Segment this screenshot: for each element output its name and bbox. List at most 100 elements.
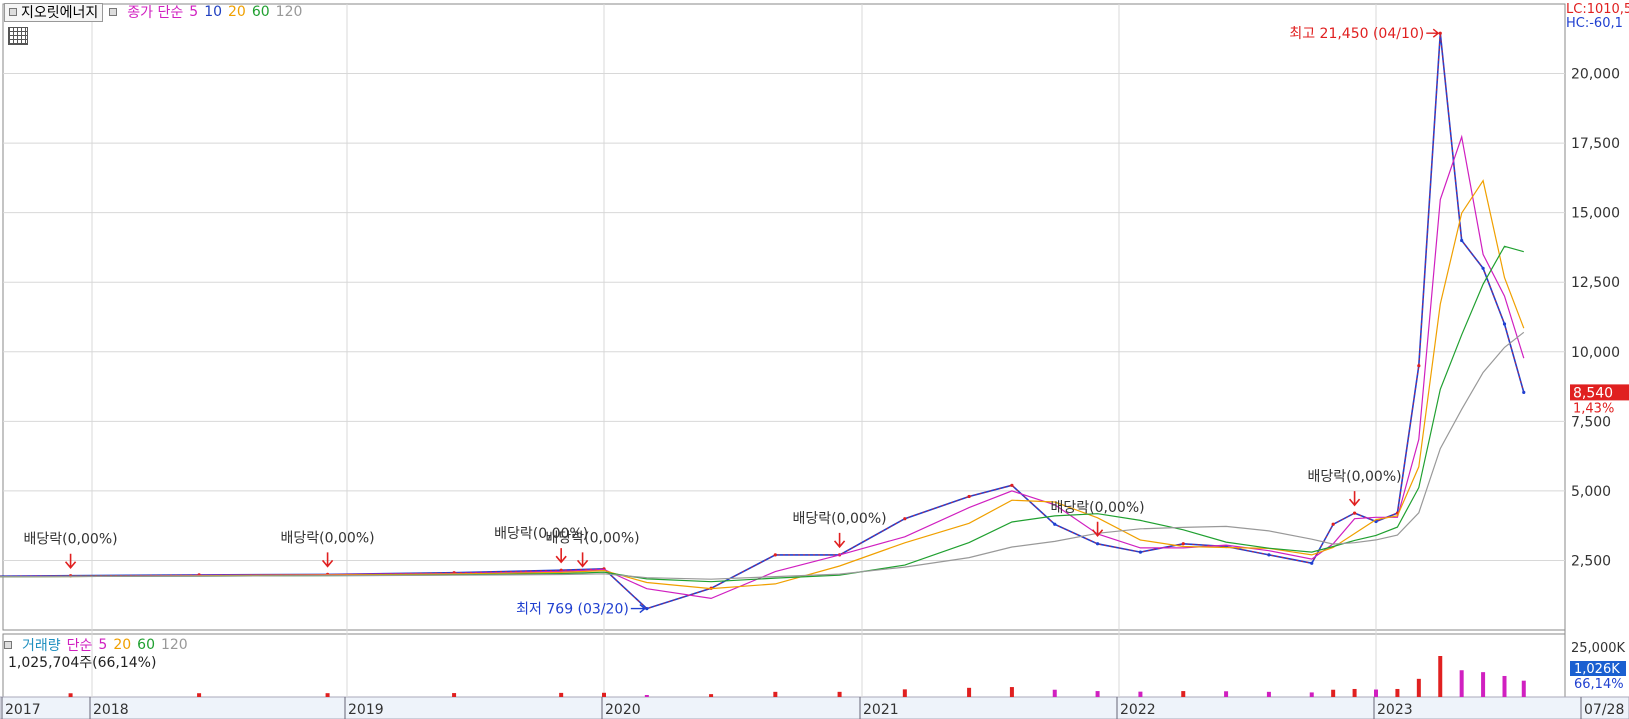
- price-line: [0, 33, 1525, 610]
- current-price-label: 8,540: [1573, 385, 1613, 401]
- y-tick-label: 12,500: [1571, 275, 1620, 291]
- price-point: [1053, 522, 1057, 526]
- legend-ma10: 10: [204, 4, 223, 20]
- lc-label: LC:1010,5: [1566, 2, 1629, 17]
- vol-legend-ma120: 120: [160, 637, 188, 653]
- price-point: [1460, 238, 1464, 243]
- price-line-up-overlay: [0, 33, 1525, 610]
- x-tick-label: 2019: [348, 702, 384, 718]
- stock-name-box[interactable]: 지오릿에너지: [4, 2, 104, 22]
- volume-bar: [1138, 691, 1143, 697]
- price-point: [1138, 550, 1143, 554]
- volume-bar: [1309, 692, 1314, 697]
- volume-bar: [1224, 691, 1229, 697]
- volume-bar: [68, 693, 73, 697]
- volume-bar: [967, 687, 972, 697]
- high-annotation: 최고 21,450 (04/10): [1289, 26, 1424, 42]
- price-point: [1331, 522, 1335, 526]
- volume-panel: [2, 633, 1566, 698]
- dividend-label: 배당락(0,00%): [793, 511, 887, 527]
- price-point: [1352, 511, 1357, 515]
- x-tick-label: 2020: [605, 702, 641, 718]
- vol-legend-ma5: 5: [98, 637, 108, 653]
- ma60-line: [0, 245, 1524, 583]
- volume-value-primary: 1,026K: [1574, 662, 1620, 677]
- y-tick-label: 15,000: [1571, 206, 1620, 222]
- legend-ma60: 60: [251, 4, 270, 20]
- price-point: [967, 494, 971, 499]
- x-tick-label: 2021: [863, 702, 899, 718]
- dividend-arrow: [576, 552, 589, 568]
- volume-bar: [1374, 689, 1378, 697]
- volume-bar: [1502, 675, 1507, 697]
- y-tick-label: 5,000: [1571, 484, 1611, 500]
- volume-bar: [1095, 691, 1100, 697]
- dividend-arrow: [1348, 491, 1361, 507]
- volume-bar: [1395, 688, 1400, 697]
- price-point: [1481, 266, 1485, 270]
- dividend-arrow: [833, 532, 846, 549]
- high-arrow: [1426, 28, 1440, 38]
- legend-ma120: 120: [275, 4, 303, 20]
- legend-ma5: 5: [189, 4, 199, 20]
- dividend-label: 배당락(0,00%): [281, 530, 375, 546]
- square-icon: [109, 8, 118, 16]
- y-tick-label: 7,500: [1571, 414, 1611, 430]
- low-annotation: 최저 769 (03/20): [516, 602, 629, 618]
- hc-label: HC:-60,1: [1566, 16, 1623, 31]
- price-point: [1010, 483, 1014, 487]
- volume-bar: [325, 693, 330, 697]
- volume-value: 1,025,704주(66,14%): [8, 655, 157, 671]
- price-panel: [2, 3, 1566, 631]
- price-point: [1095, 542, 1100, 546]
- price-point: [903, 517, 907, 521]
- square-icon: [9, 8, 17, 16]
- ma20-line: [0, 179, 1525, 590]
- volume-bar: [602, 692, 606, 697]
- volume-bar: [1521, 680, 1526, 697]
- volume-bar: [1416, 678, 1421, 697]
- volume-bar: [1459, 670, 1464, 697]
- ma120-line: [0, 331, 1525, 580]
- price-point: [1522, 390, 1526, 394]
- x-tick-label: 07/28: [1584, 702, 1624, 718]
- volume-bar: [837, 691, 842, 697]
- volume-bar: [452, 693, 457, 697]
- dividend-arrow: [321, 552, 334, 568]
- volume-bar: [559, 692, 564, 697]
- x-tick-label: 2018: [93, 702, 129, 718]
- grid-icon[interactable]: [8, 27, 28, 45]
- price-point: [1181, 542, 1185, 546]
- stock-chart[interactable]: 2,500 5,000 7,500 10,000 12,500 15,000 17,500 2…: [0, 0, 1629, 719]
- price-point: [1417, 364, 1421, 368]
- dividend-label: 배당락(0,00%): [24, 532, 118, 548]
- volume-top-tick-label: 25,000K: [1571, 641, 1625, 656]
- price-ma-label: 종가 단순: [127, 5, 184, 21]
- y-tick-label: 20,000: [1571, 67, 1620, 83]
- y-tick-label: 2,500: [1571, 553, 1611, 569]
- vol-legend-ma60: 60: [137, 637, 155, 653]
- volume-bar: [709, 694, 714, 697]
- square-icon: [4, 641, 12, 649]
- lc-hc-labels: LC:1010,5 HC:-60,1: [1566, 3, 1629, 31]
- price-point: [1267, 553, 1271, 557]
- volume-bar: [902, 689, 907, 697]
- y-tick-label: 17,500: [1571, 136, 1620, 152]
- volume-bar: [1009, 687, 1014, 697]
- volume-bar: [197, 693, 202, 697]
- dividend-label: 배당락(0,00%): [1051, 500, 1145, 516]
- dividend-label: 배당락(0,00%): [546, 530, 640, 546]
- x-tick-label: 2023: [1377, 702, 1413, 718]
- volume-bar: [1331, 689, 1336, 697]
- vol-legend-ma20: 20: [113, 637, 132, 653]
- volume-bar: [1052, 689, 1057, 697]
- volume-bar: [1481, 672, 1486, 697]
- volume-value-secondary: 66,14%: [1574, 677, 1624, 692]
- volume-bar: [1352, 688, 1357, 697]
- volume-bar: [1266, 691, 1271, 697]
- price-point: [1502, 322, 1507, 326]
- volume-bar: [644, 695, 649, 697]
- x-tick-label: 2022: [1120, 702, 1156, 718]
- y-tick-label: 10,000: [1571, 345, 1620, 361]
- current-change-label: 1,43%: [1573, 401, 1614, 416]
